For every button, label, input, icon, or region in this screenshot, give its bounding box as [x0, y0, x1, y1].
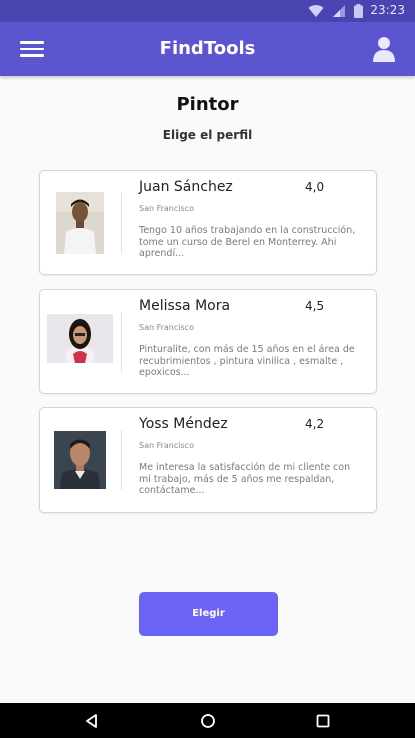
- status-bar: 23:23: [0, 0, 415, 22]
- clock: 23:23: [370, 3, 405, 17]
- profile-city: San Francisco: [139, 441, 194, 450]
- status-icons: [308, 4, 363, 18]
- app-bar: FindTools: [0, 22, 415, 76]
- profile-card-juan[interactable]: Juan Sánchez 4,0 San Francisco Tengo 10 …: [39, 170, 377, 275]
- page-title: Pintor: [176, 94, 239, 115]
- profile-name: Juan Sánchez: [139, 179, 233, 195]
- profile-rating: 4,5: [305, 299, 325, 313]
- profile-description: Pinturalite, con más de 15 años en el ár…: [139, 344, 355, 378]
- card-divider: [121, 430, 122, 490]
- user-profile-icon[interactable]: [373, 36, 395, 62]
- wifi-icon: [308, 5, 324, 18]
- profile-description: Tengo 10 años trabajando en la construcc…: [139, 225, 356, 259]
- home-icon[interactable]: [199, 712, 217, 730]
- page-subtitle: Elige el perfil: [162, 128, 253, 142]
- profile-rating: 4,0: [305, 180, 325, 194]
- profile-rating: 4,2: [305, 417, 325, 431]
- avatar: [47, 314, 113, 363]
- card-divider: [121, 312, 122, 372]
- profile-name: Melissa Mora: [139, 298, 231, 314]
- card-divider: [121, 193, 122, 253]
- profile-name: Yoss Méndez: [139, 416, 228, 432]
- signal-icon: [333, 5, 345, 17]
- profile-city: San Francisco: [139, 323, 194, 332]
- app-title: FindTools: [159, 38, 256, 59]
- profile-card-yoss[interactable]: Yoss Méndez 4,2 San Francisco Me interes…: [39, 407, 377, 513]
- profile-city: San Francisco: [139, 204, 194, 213]
- profile-card-melissa[interactable]: Melissa Mora 4,5 San Francisco Pinturali…: [39, 289, 377, 394]
- system-nav-bar: [0, 703, 415, 738]
- profile-description: Me interesa la satisfacción de mi client…: [139, 462, 351, 496]
- battery-icon: [354, 4, 363, 18]
- choose-button[interactable]: Elegir: [139, 592, 278, 636]
- recents-icon[interactable]: [314, 712, 332, 730]
- back-icon[interactable]: [83, 712, 101, 730]
- avatar: [54, 431, 106, 489]
- avatar: [56, 192, 104, 254]
